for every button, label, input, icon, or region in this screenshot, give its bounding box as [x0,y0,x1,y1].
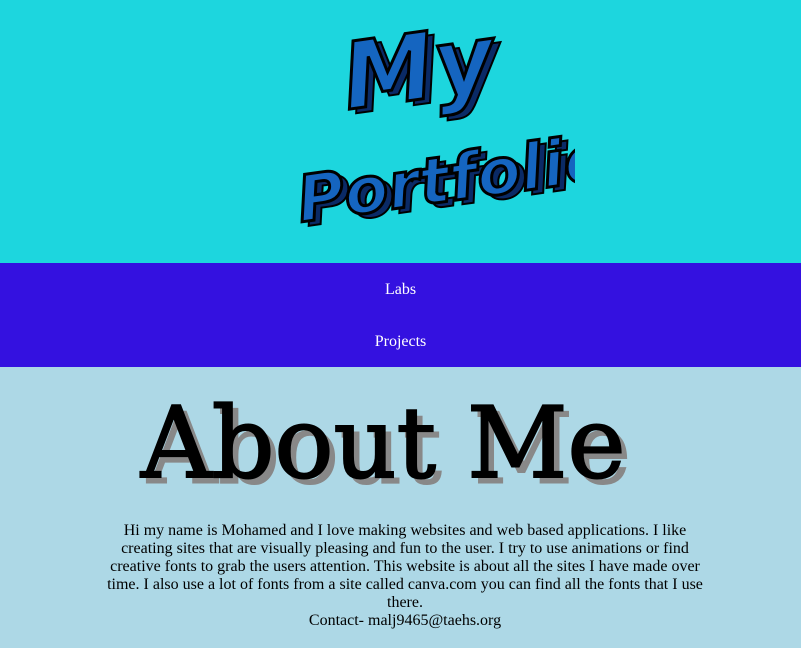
bio-text: Hi my name is Mohamed and I love making … [107,522,703,611]
about-heading-text: About Me [140,389,626,499]
logo-line1: My [336,5,505,131]
site-header: My My Portfolio Portfolio [0,0,801,263]
nav-link-projects[interactable]: Projects [0,332,801,352]
nav-link-labs[interactable]: Labs [0,280,801,300]
contact-info: Contact- malj9465@taehs.org [308,612,502,629]
about-heading: About Me About Me [139,389,632,499]
portfolio-logo: My My Portfolio Portfolio [291,5,575,230]
main-nav: Labs Projects [0,263,801,367]
logo-line2: Portfolio [293,121,575,230]
bio-paragraph: Hi my name is Mohamed and I love making … [100,522,710,630]
about-section: About Me About Me Hi my name is Mohamed … [0,367,801,648]
